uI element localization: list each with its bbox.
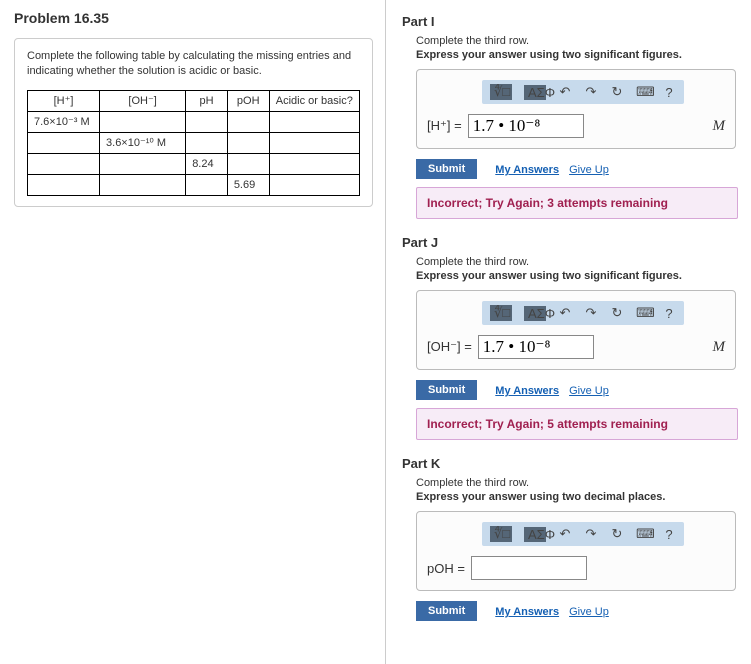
reset-icon[interactable]: ↻: [610, 526, 624, 542]
unit-label: M: [713, 339, 726, 356]
table-row: 5.69: [28, 174, 360, 195]
undo-icon[interactable]: ↶: [558, 305, 572, 321]
redo-icon[interactable]: ↷: [584, 526, 598, 542]
col-poh: pOH: [227, 90, 269, 111]
answer-box: ∜□ ΑΣΦ ↶ ↷ ↻ ⌨ ? [H⁺] = M: [416, 69, 736, 149]
give-up-link[interactable]: Give Up: [569, 164, 609, 176]
table-row: 7.6×10⁻³ M: [28, 111, 360, 132]
col-h: [H⁺]: [28, 90, 100, 111]
part-title: Part J: [402, 235, 739, 250]
reset-icon[interactable]: ↻: [610, 305, 624, 321]
give-up-link[interactable]: Give Up: [569, 385, 609, 397]
redo-icon[interactable]: ↷: [584, 84, 598, 100]
answer-input[interactable]: [471, 556, 587, 580]
col-ab: Acidic or basic?: [269, 90, 359, 111]
instruction-box: Complete the following table by calculat…: [14, 38, 373, 207]
help-icon[interactable]: ?: [662, 85, 676, 100]
math-toolbar: ∜□ ΑΣΦ ↶ ↷ ↻ ⌨ ?: [482, 80, 684, 104]
part-title: Part I: [402, 14, 739, 29]
submit-button[interactable]: Submit: [416, 159, 477, 179]
part-sub: Complete the third row.: [416, 35, 739, 47]
keyboard-icon[interactable]: ⌨: [636, 305, 650, 321]
table-row: 3.6×10⁻¹⁰ M: [28, 132, 360, 153]
math-toolbar: ∜□ ΑΣΦ ↶ ↷ ↻ ⌨ ?: [482, 522, 684, 546]
help-icon[interactable]: ?: [662, 527, 676, 542]
template-icon[interactable]: ∜□: [490, 526, 512, 542]
greek-icon[interactable]: ΑΣΦ: [524, 85, 546, 100]
var-label: pOH =: [427, 561, 465, 576]
answer-input[interactable]: [468, 114, 584, 138]
table-row: 8.24: [28, 153, 360, 174]
answer-box: ∜□ ΑΣΦ ↶ ↷ ↻ ⌨ ? [OH⁻] = M: [416, 290, 736, 370]
part-sub: Complete the third row.: [416, 256, 739, 268]
give-up-link[interactable]: Give Up: [569, 606, 609, 618]
reset-icon[interactable]: ↻: [610, 84, 624, 100]
answer-panel: Part I Complete the third row. Express y…: [386, 0, 751, 664]
keyboard-icon[interactable]: ⌨: [636, 526, 650, 542]
answer-box: ∜□ ΑΣΦ ↶ ↷ ↻ ⌨ ? pOH =: [416, 511, 736, 591]
part-format: Express your answer using two significan…: [416, 49, 739, 61]
redo-icon[interactable]: ↷: [584, 305, 598, 321]
math-toolbar: ∜□ ΑΣΦ ↶ ↷ ↻ ⌨ ?: [482, 301, 684, 325]
greek-icon[interactable]: ΑΣΦ: [524, 527, 546, 542]
answer-input[interactable]: [478, 335, 594, 359]
part-format: Express your answer using two significan…: [416, 270, 739, 282]
undo-icon[interactable]: ↶: [558, 526, 572, 542]
data-table: [H⁺] [OH⁻] pH pOH Acidic or basic? 7.6×1…: [27, 90, 360, 196]
unit-label: M: [713, 118, 726, 135]
var-label: [H⁺] =: [427, 118, 462, 134]
submit-button[interactable]: Submit: [416, 601, 477, 621]
var-label: [OH⁻] =: [427, 339, 472, 355]
problem-title: Problem 16.35: [14, 10, 373, 26]
problem-panel: Problem 16.35 Complete the following tab…: [0, 0, 386, 664]
instructions: Complete the following table by calculat…: [27, 49, 360, 80]
part-format: Express your answer using two decimal pl…: [416, 491, 739, 503]
greek-icon[interactable]: ΑΣΦ: [524, 306, 546, 321]
col-oh: [OH⁻]: [100, 90, 186, 111]
template-icon[interactable]: ∜□: [490, 84, 512, 100]
my-answers-link[interactable]: My Answers: [495, 606, 559, 618]
my-answers-link[interactable]: My Answers: [495, 164, 559, 176]
submit-button[interactable]: Submit: [416, 380, 477, 400]
my-answers-link[interactable]: My Answers: [495, 385, 559, 397]
col-ph: pH: [186, 90, 228, 111]
undo-icon[interactable]: ↶: [558, 84, 572, 100]
feedback-box: Incorrect; Try Again; 5 attempts remaini…: [416, 408, 738, 440]
template-icon[interactable]: ∜□: [490, 305, 512, 321]
part-sub: Complete the third row.: [416, 477, 739, 489]
part-title: Part K: [402, 456, 739, 471]
help-icon[interactable]: ?: [662, 306, 676, 321]
feedback-box: Incorrect; Try Again; 3 attempts remaini…: [416, 187, 738, 219]
keyboard-icon[interactable]: ⌨: [636, 84, 650, 100]
